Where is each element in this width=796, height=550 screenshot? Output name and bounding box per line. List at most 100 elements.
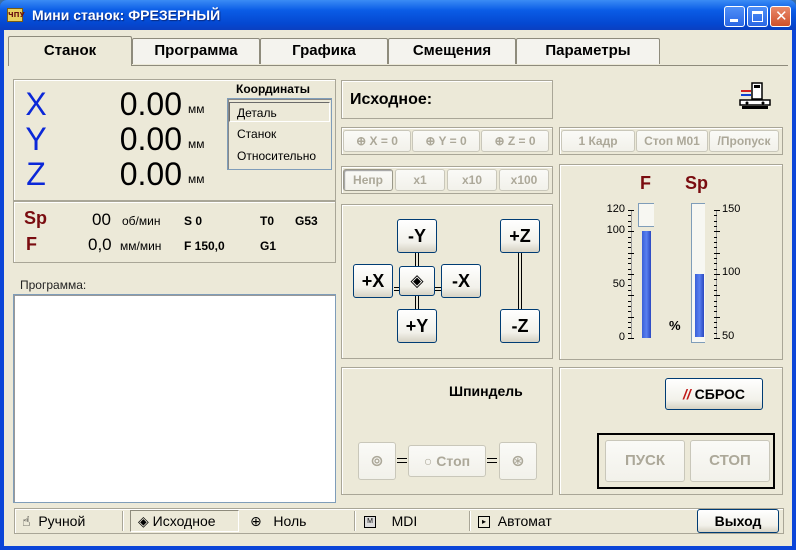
mode-manual-label: Ручной <box>38 513 86 529</box>
single-block-button[interactable]: 1 Кадр <box>561 130 635 152</box>
mode-separator <box>354 511 356 531</box>
mode-auto[interactable]: ▸ Автомат <box>478 511 552 531</box>
feed-scale-tick <box>628 338 634 339</box>
reset-button[interactable]: // СБРОС <box>665 378 763 410</box>
jog-plus-z-button[interactable]: +Z <box>500 219 540 253</box>
machine-icon <box>738 81 772 111</box>
coordinate-system-list[interactable]: Деталь Станок Относительно <box>227 98 332 170</box>
feed-scale-tick <box>628 290 631 291</box>
feed-scale-tick <box>628 274 634 275</box>
feed-scale-tick <box>628 242 631 243</box>
axis-x-value: 0.00 <box>119 86 182 122</box>
coord-mode-part[interactable]: Деталь <box>237 106 277 120</box>
spindle-override-label: Sp <box>685 173 709 193</box>
block-skip-button[interactable]: /Пропуск <box>709 130 779 152</box>
spindle-stop-button[interactable]: ○ Стоп <box>408 445 486 477</box>
f-value: 0,0 <box>88 235 112 254</box>
spindle-scale-150: 150 <box>722 203 741 215</box>
home-target-icon: ◈ <box>138 514 149 530</box>
axis-z-unit: мм <box>188 172 205 186</box>
app-window: ЧПУ Мини станок: ФРЕЗЕРНЫЙ ✕ Станок Прог… <box>0 0 796 550</box>
jog-minus-x-button[interactable]: -X <box>441 264 481 298</box>
program-text-area[interactable] <box>13 294 336 503</box>
jog-plus-x-button[interactable]: +X <box>353 264 393 298</box>
spindle-scale-tick <box>714 268 717 270</box>
feed-override-label: F <box>640 173 651 193</box>
feed-scale-tick <box>628 306 631 307</box>
stop-button[interactable]: СТОП <box>690 440 770 482</box>
tab-machine[interactable]: Станок <box>8 36 132 66</box>
reset-label: СБРОС <box>694 386 745 402</box>
spindle-scale-tick <box>714 311 717 313</box>
tab-graphics[interactable]: Графика <box>260 38 388 64</box>
feed-scale-tick <box>628 279 631 281</box>
zero-x-button[interactable]: ⊕ X = 0 <box>343 130 411 152</box>
spindle-override-bar[interactable] <box>695 273 704 337</box>
spindle-scale-tick <box>714 263 717 265</box>
optional-stop-button[interactable]: Стоп М01 <box>636 130 708 152</box>
sp-label: Sp <box>24 208 48 228</box>
s-value: S 0 <box>184 214 203 228</box>
zero-y-label: Y = 0 <box>438 134 467 148</box>
feed-override-bar[interactable] <box>642 231 651 338</box>
spindle-scale-tick <box>714 322 717 323</box>
status-panel <box>13 201 336 263</box>
spindle-scale-50: 50 <box>722 330 735 342</box>
axis-y-unit: мм <box>188 137 205 151</box>
jog-minus-z-button[interactable]: -Z <box>500 309 540 343</box>
app-icon: ЧПУ <box>7 8 25 22</box>
spindle-scale-tick <box>714 215 717 217</box>
feed-scale-tick <box>628 231 634 233</box>
feed-scale-tick <box>628 327 631 329</box>
jog-plus-y-button[interactable]: +Y <box>397 309 437 343</box>
exit-button[interactable]: Выход <box>697 509 779 533</box>
tab-parameters[interactable]: Параметры <box>516 38 660 64</box>
title-bar[interactable]: ЧПУ Мини станок: ФРЕЗЕРНЫЙ ✕ <box>0 0 796 30</box>
spindle-scale-tick <box>714 327 717 329</box>
mode-manual[interactable]: ☝ Ручной <box>22 511 85 531</box>
zero-z-button[interactable]: ⊕ Z = 0 <box>481 130 549 152</box>
percent-label: % <box>669 318 681 333</box>
spindle-scale-tick <box>714 306 717 307</box>
spindle-scale-tick <box>714 279 717 281</box>
feed-scale-tick <box>628 210 634 211</box>
coord-mode-relative[interactable]: Относительно <box>237 149 316 163</box>
mode-mdi[interactable]: M MDI <box>364 511 417 531</box>
step-x1-button[interactable]: x1 <box>395 169 445 191</box>
axis-y-label: Y <box>25 121 47 157</box>
zero-y-button[interactable]: ⊕ Y = 0 <box>412 130 480 152</box>
feed-scale-0: 0 <box>618 331 625 343</box>
spindle-scale-tick <box>714 236 717 238</box>
mode-home[interactable]: ◈ Исходное <box>138 511 216 531</box>
minimize-button[interactable] <box>724 6 745 27</box>
spindle-scale-tick <box>714 242 717 243</box>
spindle-ccw-button[interactable]: ⊚ <box>358 442 396 480</box>
step-x10-button[interactable]: x10 <box>447 169 497 191</box>
zero-x-label: X = 0 <box>369 134 398 148</box>
feed-scale-tick <box>628 268 631 270</box>
spindle-line-right <box>487 458 497 463</box>
spindle-scale-tick <box>714 231 720 233</box>
tab-program[interactable]: Программа <box>132 38 260 64</box>
mode-zero[interactable]: ⊕ Ноль <box>250 511 306 531</box>
crosshair-icon: ⊕ <box>425 134 436 148</box>
spindle-scale-tick <box>714 295 720 297</box>
step-continuous-button[interactable]: Непр <box>343 169 393 191</box>
spindle-scale-tick <box>714 300 717 302</box>
crosshair-icon: ⊕ <box>356 134 367 148</box>
start-button[interactable]: ПУСК <box>605 440 685 482</box>
feed-scale-tick <box>628 215 631 217</box>
spindle-line-left <box>397 458 407 463</box>
jog-home-button[interactable]: ◈ <box>399 266 435 296</box>
g53-label: G53 <box>295 214 318 228</box>
feed-scale-120: 120 <box>606 203 625 215</box>
step-x100-button[interactable]: x100 <box>499 169 549 191</box>
maximize-button[interactable] <box>747 6 768 27</box>
coord-mode-machine[interactable]: Станок <box>237 127 276 141</box>
tab-offsets[interactable]: Смещения <box>388 38 516 64</box>
axis-x-unit: мм <box>188 102 205 116</box>
close-button[interactable]: ✕ <box>770 6 791 27</box>
spindle-cw-button[interactable]: ⊛ <box>499 442 537 480</box>
jog-minus-y-button[interactable]: -Y <box>397 219 437 253</box>
home-target-icon: ◈ <box>410 271 424 291</box>
